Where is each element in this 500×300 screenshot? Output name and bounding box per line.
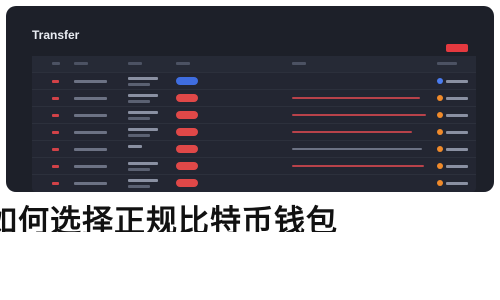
row-amount [446,114,468,117]
currency-icon [437,163,443,169]
column-header [176,62,190,65]
transfer-table [32,56,476,192]
row-date [74,182,107,185]
row-name [128,77,158,86]
row-name [128,179,158,188]
row-id [52,165,59,168]
table-row[interactable] [32,157,476,175]
page-headline: 如何选择正规比特币钱包 [0,196,500,232]
currency-icon [437,129,443,135]
currency-icon [437,112,443,118]
column-header [74,62,88,65]
status-badge [176,179,198,187]
status-badge [176,111,198,119]
row-date [74,114,107,117]
transfer-window: Transfer [6,6,494,192]
window-title: Transfer [32,28,80,42]
row-name [128,162,158,171]
row-id [52,182,59,185]
status-badge [176,77,198,85]
currency-icon [437,146,443,152]
status-badge [176,145,198,153]
row-id [52,80,59,83]
row-id [52,148,59,151]
row-description [292,97,420,99]
row-date [74,148,107,151]
column-header [52,62,60,65]
row-amount [446,182,468,185]
row-date [74,97,107,100]
row-description [292,114,426,116]
row-amount [446,97,468,100]
row-date [74,131,107,134]
row-name [128,128,158,137]
table-row[interactable] [32,89,476,107]
column-header [292,62,306,65]
table-row[interactable] [32,106,476,124]
row-amount [446,148,468,151]
row-description [292,148,422,150]
status-badge [176,94,198,102]
row-id [52,131,59,134]
status-badge [176,128,198,136]
table-row[interactable] [32,72,476,90]
row-name [128,111,158,120]
table-row[interactable] [32,174,476,192]
currency-icon [437,180,443,186]
row-description [292,165,424,167]
table-row[interactable] [32,123,476,141]
row-id [52,97,59,100]
table-row[interactable] [32,140,476,158]
column-header [128,62,142,65]
row-amount [446,131,468,134]
row-id [52,114,59,117]
currency-icon [437,95,443,101]
row-date [74,80,107,83]
row-name [128,94,158,103]
row-description [292,131,412,133]
status-badge [176,162,198,170]
row-amount [446,80,468,83]
row-date [74,165,107,168]
currency-icon [437,78,443,84]
row-amount [446,165,468,168]
headline-text: 如何选择正规比特币钱包 [0,204,338,232]
window-action-button[interactable] [446,44,468,52]
row-name [128,145,142,148]
column-header [437,62,457,65]
table-header [32,56,476,72]
